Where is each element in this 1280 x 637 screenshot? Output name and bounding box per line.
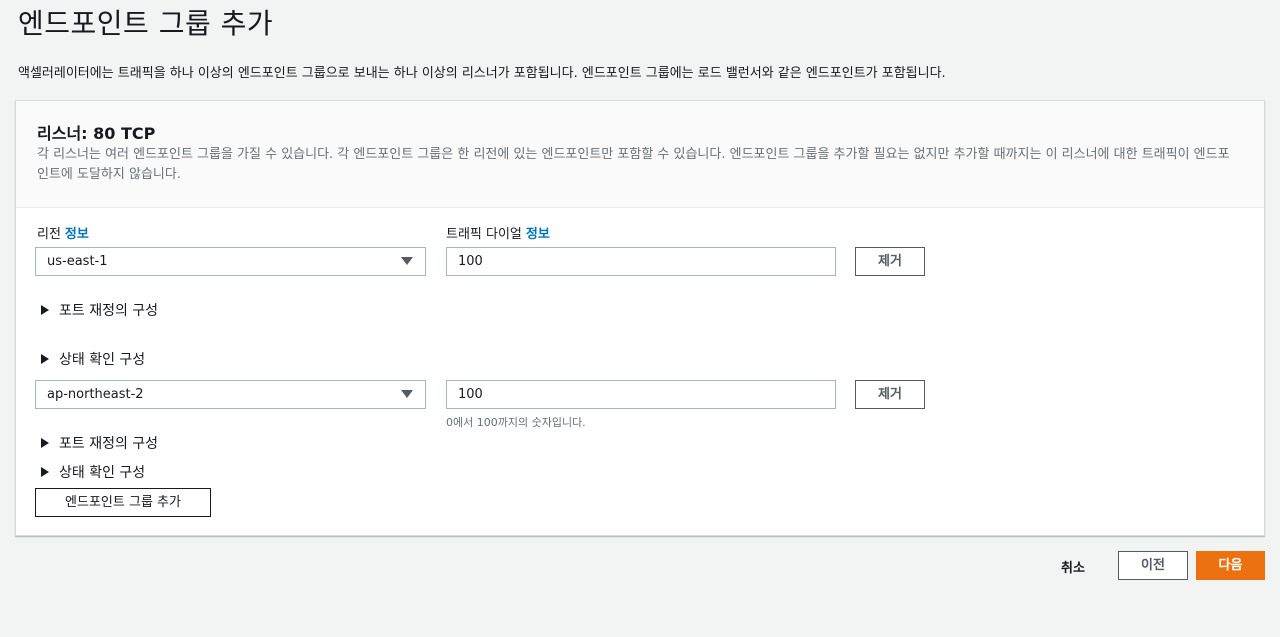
traffic-dial-label: 트래픽 다이얼 정보: [446, 223, 550, 242]
previous-button[interactable]: 이전: [1118, 551, 1188, 580]
page-title: 엔드포인트 그룹 추가: [18, 7, 274, 40]
health-check-label-2: 상태 확인 구성: [59, 465, 146, 481]
listener-description: 각 리스너는 여러 엔드포인트 그룹을 가질 수 있습니다. 각 엔드포인트 그…: [37, 147, 1230, 182]
region-label-text: 리전: [37, 227, 61, 242]
traffic-dial-label-text: 트래픽 다이얼: [446, 227, 522, 242]
cancel-button[interactable]: 취소: [1061, 557, 1085, 576]
traffic-dial-info-link[interactable]: 정보: [526, 227, 550, 242]
remove-button-2[interactable]: 제거: [855, 380, 925, 409]
next-button[interactable]: 다음: [1196, 551, 1265, 580]
traffic-dial-hint: 0에서 100까지의 숫자입니다.: [446, 416, 586, 429]
region-select-2[interactable]: ap-northeast-2: [35, 380, 426, 409]
remove-button-1[interactable]: 제거: [855, 247, 925, 276]
traffic-dial-input-1[interactable]: 100: [446, 247, 836, 276]
caret-down-icon: [401, 390, 413, 398]
port-override-label-2: 포트 재정의 구성: [59, 436, 159, 452]
caret-right-icon: [41, 354, 49, 364]
health-check-expander-1[interactable]: 상태 확인 구성: [41, 349, 145, 369]
caret-right-icon: [41, 467, 49, 477]
traffic-dial-input-1-value: 100: [458, 254, 483, 269]
listener-panel: 리스너: 80 TCP 각 리스너는 여러 엔드포인트 그룹을 가질 수 있습니…: [15, 100, 1265, 536]
caret-right-icon: [41, 438, 49, 448]
listener-title: 리스너: 80 TCP: [37, 124, 156, 143]
add-endpoint-group-button[interactable]: 엔드포인트 그룹 추가: [35, 488, 211, 517]
traffic-dial-input-2[interactable]: 100: [446, 380, 836, 409]
port-override-label-1: 포트 재정의 구성: [59, 303, 159, 319]
port-override-expander-2[interactable]: 포트 재정의 구성: [41, 433, 158, 453]
health-check-label-1: 상태 확인 구성: [59, 352, 146, 368]
region-select-1-value: us-east-1: [47, 254, 108, 269]
region-select-1[interactable]: us-east-1: [35, 247, 426, 276]
page-description: 액셀러레이터에는 트래픽을 하나 이상의 엔드포인트 그룹으로 보내는 하나 이…: [18, 66, 946, 81]
traffic-dial-input-2-value: 100: [458, 387, 483, 402]
region-info-link[interactable]: 정보: [65, 227, 89, 242]
health-check-expander-2[interactable]: 상태 확인 구성: [41, 462, 145, 482]
caret-down-icon: [401, 257, 413, 265]
caret-right-icon: [41, 305, 49, 315]
region-label: 리전 정보: [37, 223, 89, 242]
listener-panel-header: 리스너: 80 TCP 각 리스너는 여러 엔드포인트 그룹을 가질 수 있습니…: [16, 101, 1264, 208]
region-select-2-value: ap-northeast-2: [47, 387, 144, 402]
port-override-expander-1[interactable]: 포트 재정의 구성: [41, 300, 158, 320]
